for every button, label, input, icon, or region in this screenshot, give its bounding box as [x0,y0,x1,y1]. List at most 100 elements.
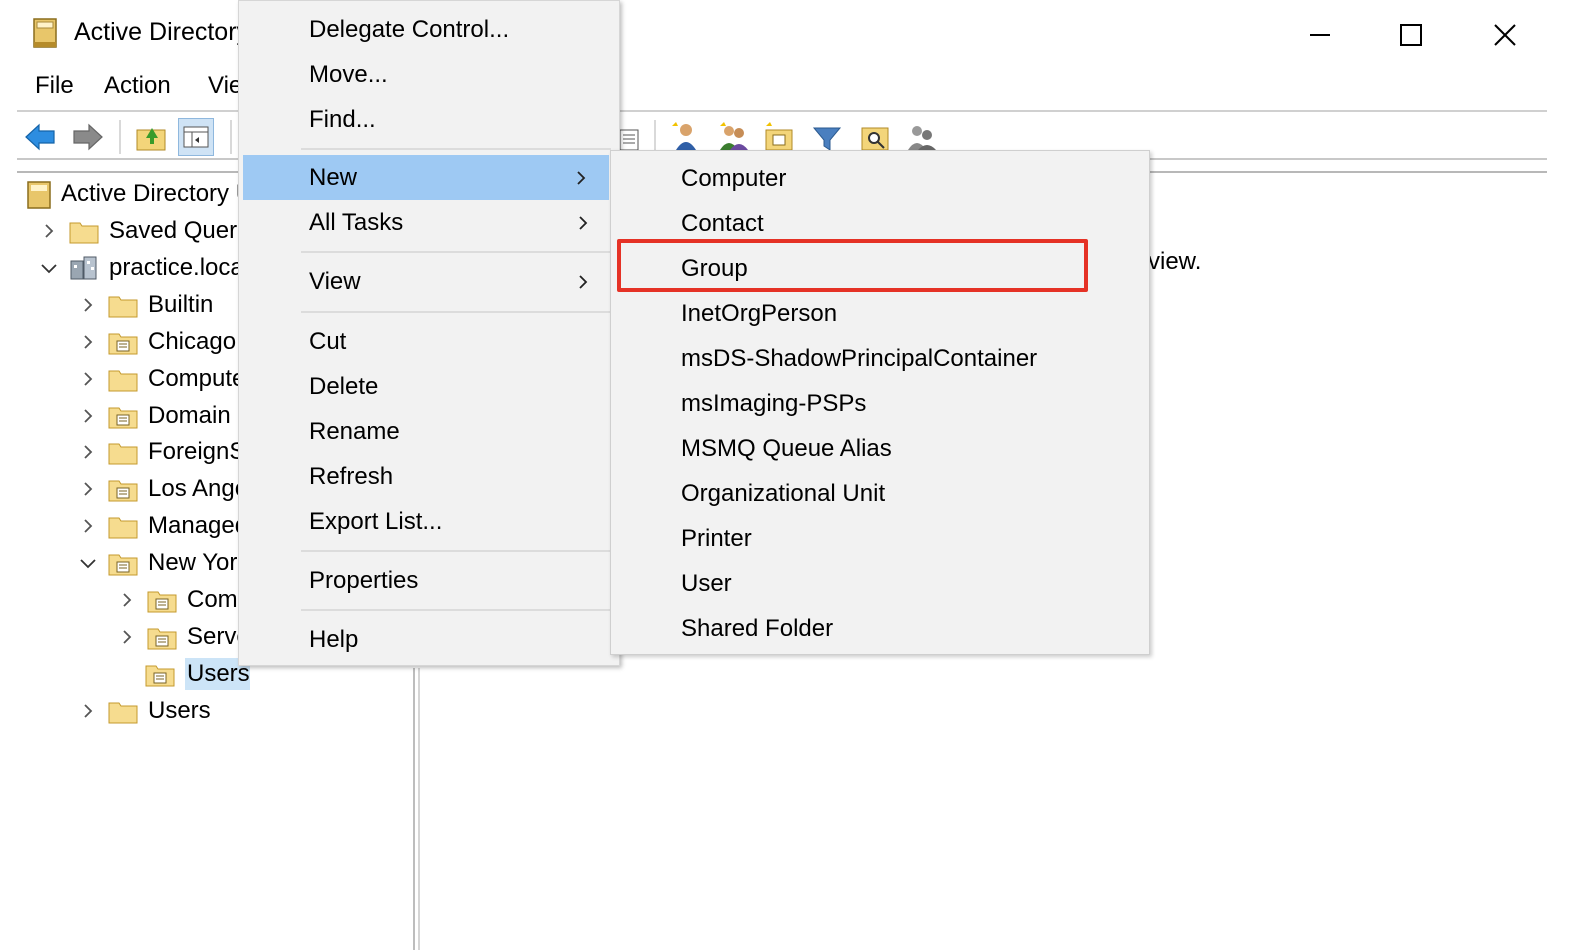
menu-file[interactable]: File [35,72,74,100]
ctx-label: Cut [309,327,347,355]
chevron-right-icon[interactable] [76,699,100,723]
pane-splitter-shadow [418,668,420,950]
new-inetorgperson[interactable]: InetOrgPerson [681,291,837,336]
tree-item[interactable]: practice.local [37,249,249,286]
tree-item[interactable]: Computers [115,581,250,618]
ctx-all-tasks[interactable]: All Tasks [239,200,611,245]
submenu-label: Contact [681,209,764,237]
tree-item-label: Domain Controllers [148,401,250,429]
tree-item[interactable]: Computers [76,360,250,397]
organizational-unit-icon [147,624,177,650]
tree-item[interactable]: Chicago [76,323,236,360]
chevron-right-icon[interactable] [115,588,139,612]
minimize-button[interactable] [1295,12,1345,58]
new-msimaging-psps[interactable]: msImaging-PSPs [681,381,866,426]
submenu-label: Shared Folder [681,614,834,642]
ctx-move[interactable]: Move... [239,52,611,97]
menu-action[interactable]: Action [104,72,171,100]
organizational-unit-icon [108,329,138,355]
close-icon [1494,24,1516,46]
maximize-button[interactable] [1386,12,1436,58]
ctx-new[interactable]: New [243,155,609,200]
new-msds-shadowprincipalcontainer[interactable]: msDS-ShadowPrincipalContainer [681,336,1037,381]
new-organizational-unit[interactable]: Organizational Unit [681,471,885,516]
tree-item[interactable]: Builtin [76,286,213,323]
new-printer[interactable]: Printer [681,516,752,561]
tree-item[interactable]: Saved Queries [37,212,250,249]
group-highlight-box [617,239,1088,292]
chevron-right-icon[interactable] [76,367,100,391]
toolbar-separator [230,120,232,154]
tree-item[interactable]: Managed Service Accounts [76,507,250,544]
submenu-label: msImaging-PSPs [681,389,867,417]
back-arrow-icon[interactable] [22,118,58,156]
ctx-label: Rename [309,417,400,445]
tree-item-label: practice.local [109,253,250,281]
ctx-label: All Tasks [309,208,404,236]
folder-icon [108,366,138,392]
tree-item[interactable]: Los Angeles [76,470,250,507]
menu-view[interactable]: View [208,72,238,99]
chevron-right-icon[interactable] [76,477,100,501]
chevron-right-icon [579,215,588,230]
tree-item[interactable]: Servers [115,618,250,655]
chevron-right-icon[interactable] [76,440,100,464]
ctx-rename[interactable]: Rename [239,409,611,454]
show-hide-console-tree-icon[interactable] [178,118,214,156]
new-msmq-queue-alias[interactable]: MSMQ Queue Alias [681,426,892,471]
new-submenu: Computer Contact Group InetOrgPerson msD… [610,150,1150,655]
chevron-right-icon[interactable] [115,625,139,649]
new-shared-folder[interactable]: Shared Folder [681,606,833,651]
tree-item[interactable]: New York [76,544,249,581]
ctx-find[interactable]: Find... [239,97,611,142]
ctx-help[interactable]: Help [239,617,611,662]
chevron-down-icon[interactable] [37,256,61,280]
tree-item-label: Chicago [148,327,237,355]
ctx-view[interactable]: View [239,259,611,304]
tree-item-label: Managed Service Accounts [148,511,250,539]
submenu-label: Printer [681,524,752,552]
folder-icon [69,218,99,244]
ctx-separator [301,550,611,552]
domain-icon [69,255,99,281]
ctx-cut[interactable]: Cut [239,319,611,364]
tree-item[interactable]: Users [113,655,250,692]
ctx-delete[interactable]: Delete [239,364,611,409]
new-user[interactable]: User [681,561,732,606]
pane-splitter[interactable] [413,668,415,950]
ctx-label: Properties [309,566,419,594]
ctx-separator [301,251,611,253]
tree-item-label: Computers [148,364,250,392]
ctx-export-list[interactable]: Export List... [239,499,611,544]
new-computer[interactable]: Computer [681,156,786,201]
submenu-label: User [681,569,732,597]
chevron-right-icon[interactable] [76,404,100,428]
ctx-label: New [309,163,358,191]
ctx-delegate-control[interactable]: Delegate Control... [239,7,611,52]
tree-items: Saved Queries practice.local Builtin Chicag… [17,212,250,732]
organizational-unit-icon [108,476,138,502]
forward-arrow-icon[interactable] [70,118,106,156]
close-button[interactable] [1480,12,1530,58]
tree-item[interactable]: ForeignSecurityPrincipals [76,433,250,470]
chevron-right-icon[interactable] [76,293,100,317]
up-folder-icon[interactable] [134,118,170,156]
submenu-label: MSMQ Queue Alias [681,434,892,462]
chevron-right-icon[interactable] [76,330,100,354]
tree-item[interactable]: Users [76,692,211,729]
tree-root-label: Active Directory Users and Computers [61,179,250,207]
ctx-properties[interactable]: Properties [239,558,611,603]
chevron-down-icon[interactable] [76,551,100,575]
tree-root[interactable]: Active Directory Users and Computers [27,175,250,212]
active-directory-app-icon [33,18,57,48]
tree-item[interactable]: Domain Controllers [76,397,250,434]
ctx-separator [301,609,611,611]
submenu-label: Organizational Unit [681,479,886,507]
chevron-right-icon[interactable] [76,514,100,538]
tree-item-label: Los Angeles [148,474,250,502]
chevron-right-icon[interactable] [37,219,61,243]
ctx-label: Delete [309,372,379,400]
context-menu: Delegate Control... Move... Find... New … [238,0,620,666]
ctx-refresh[interactable]: Refresh [239,454,611,499]
